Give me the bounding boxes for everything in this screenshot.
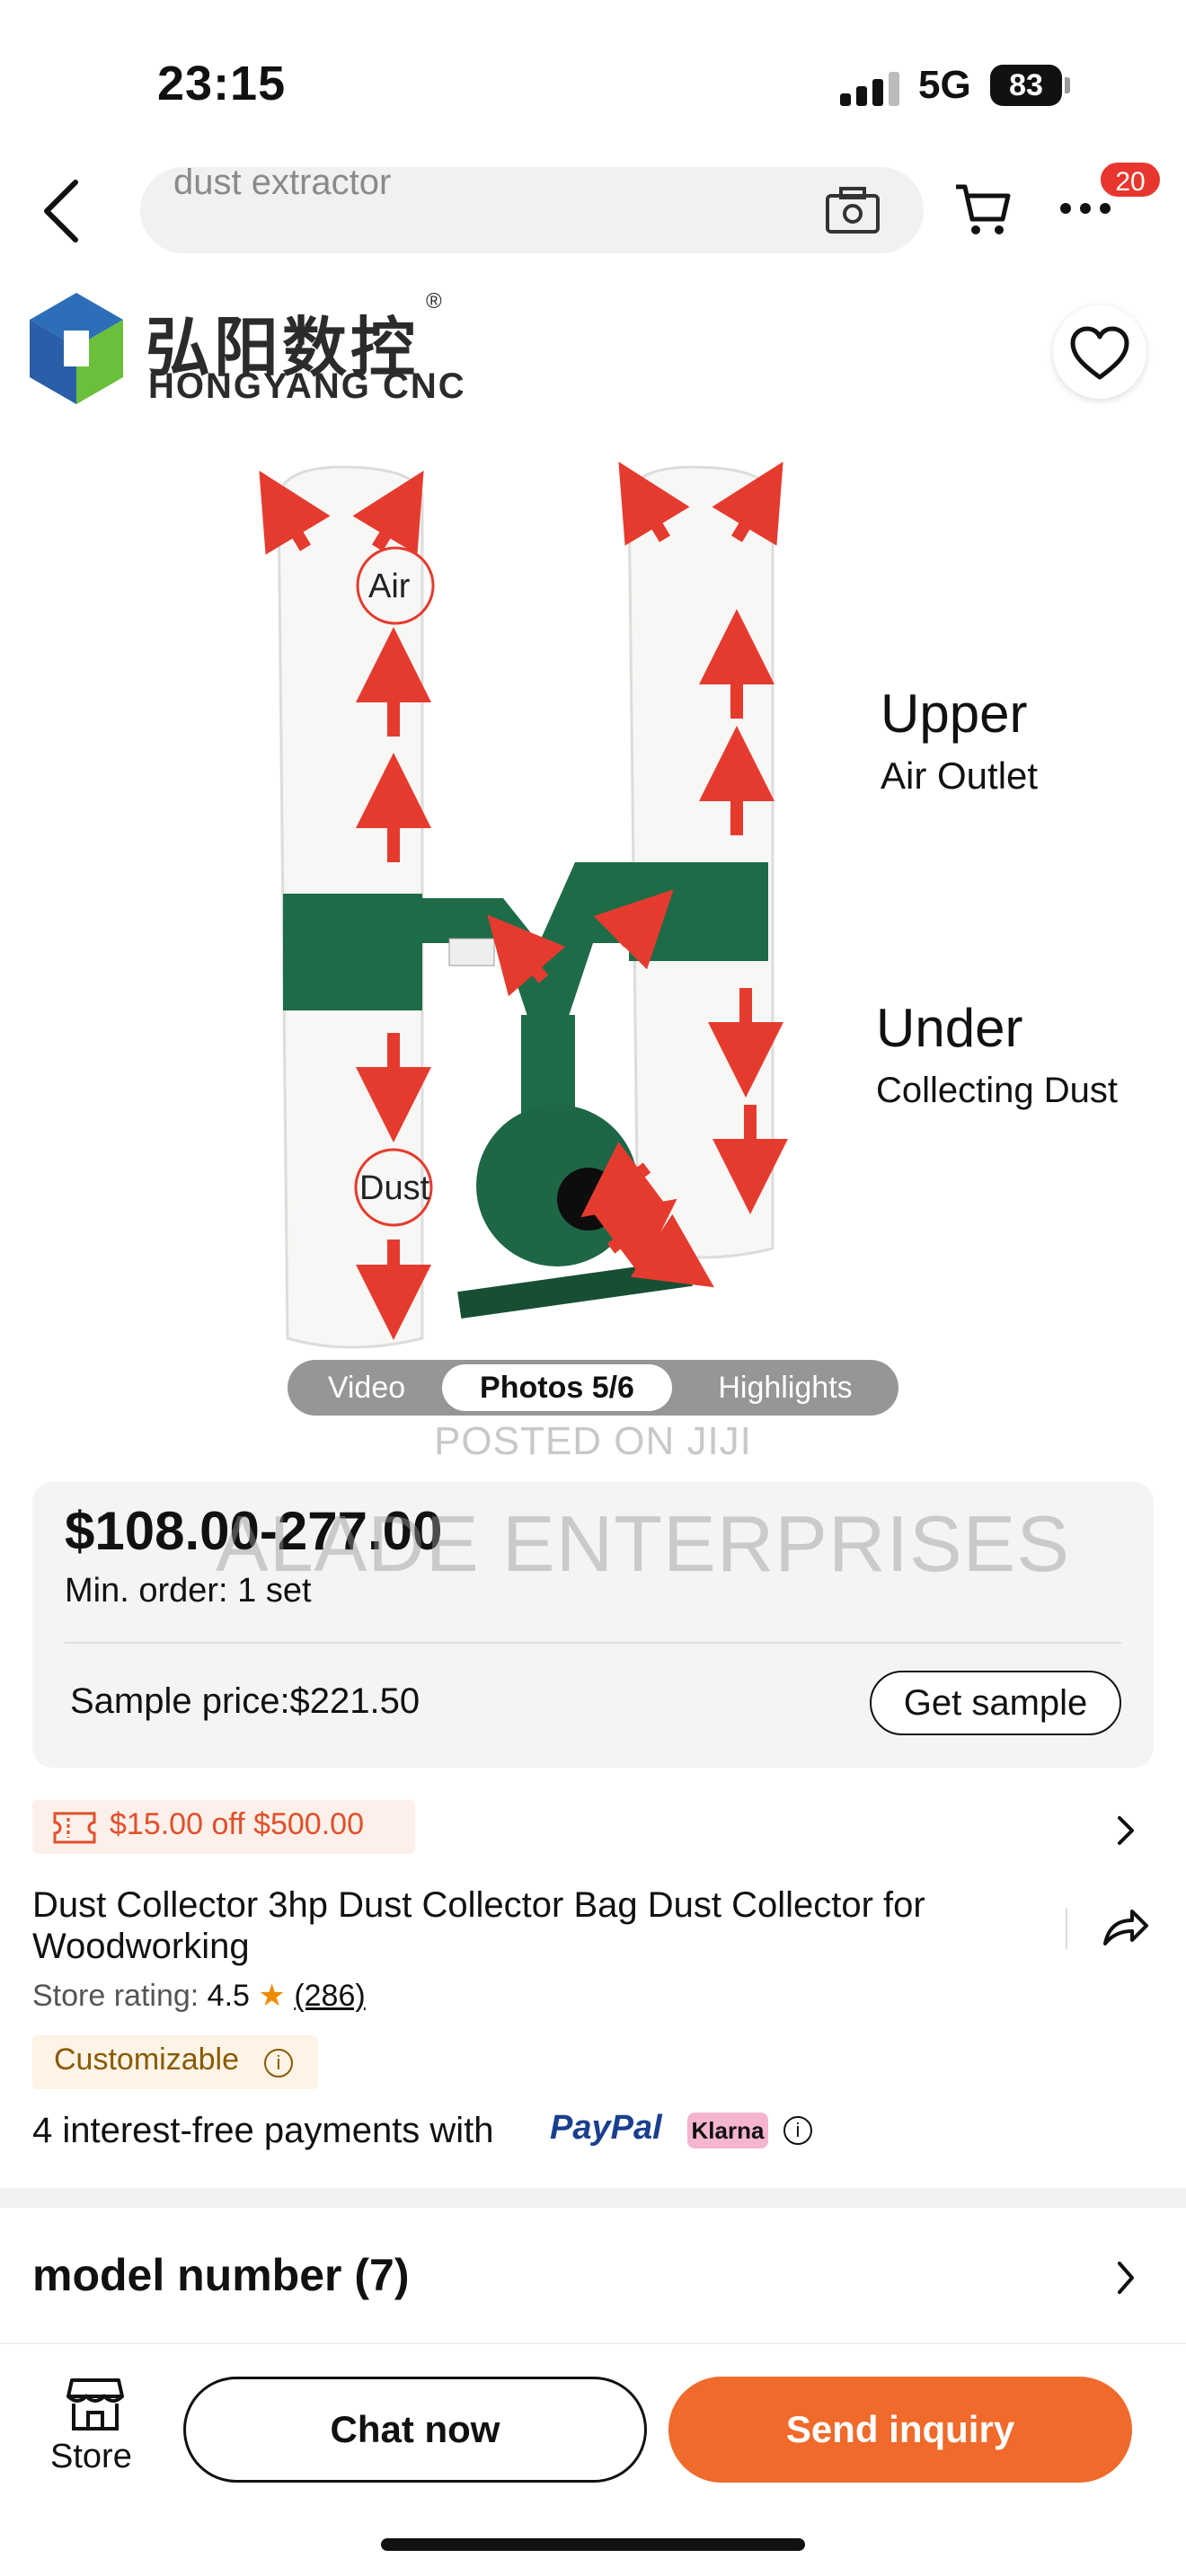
battery-icon: 83 <box>990 65 1062 106</box>
paypal-logo: PayPal <box>550 2109 662 2147</box>
info-icon[interactable]: i <box>264 2049 293 2078</box>
customizable-label: Customizable <box>54 2042 239 2077</box>
sample-price: Sample price:$221.50 <box>70 1681 420 1721</box>
get-sample-button[interactable]: Get sample <box>870 1671 1121 1735</box>
chat-now-button[interactable]: Chat now <box>183 2377 647 2483</box>
coupon-icon <box>53 1812 96 1844</box>
favorite-button[interactable] <box>1053 305 1146 399</box>
rating-value: 4.5 <box>207 1979 250 2013</box>
payments-text: 4 interest-free payments with <box>32 2111 494 2150</box>
store-label[interactable]: Store <box>50 2438 132 2476</box>
home-indicator <box>381 2538 805 2551</box>
cart-count-badge: 20 <box>1098 160 1163 199</box>
watermark-seller: ALADE ENTERPRISES <box>216 1499 1071 1588</box>
network-type: 5G <box>918 63 971 107</box>
section-divider <box>0 2188 1186 2208</box>
separator <box>1066 1908 1067 1949</box>
media-tabs: Video Photos 5/6 Highlights <box>288 1360 898 1416</box>
star-icon: ★ <box>258 1979 286 2013</box>
store-icon[interactable] <box>65 2377 126 2432</box>
brand-name-en: HONGYANG CNC <box>148 366 466 406</box>
store-rating: Store rating: 4.5 ★ (286) <box>32 1978 366 2014</box>
camera-search-icon[interactable] <box>825 185 881 235</box>
watermark-jiji: POSTED ON JIJI <box>434 1419 752 1463</box>
under-label: Under <box>876 998 1023 1058</box>
battery-cap <box>1065 77 1070 93</box>
dust-collector-image <box>259 461 788 1349</box>
chevron-right-icon[interactable] <box>1114 2258 1137 2298</box>
rating-label: Store rating: <box>32 1979 199 2013</box>
status-time: 23:15 <box>157 57 287 110</box>
share-icon[interactable] <box>1100 1904 1150 1949</box>
collecting-dust-label: Collecting Dust <box>876 1071 1119 1110</box>
tab-highlights[interactable]: Highlights <box>677 1360 893 1416</box>
air-outlet-label: Air Outlet <box>881 754 1039 797</box>
tab-photos[interactable]: Photos 5/6 <box>442 1364 672 1411</box>
air-label: Air <box>368 568 411 605</box>
rating-count-link[interactable]: (286) <box>294 1979 365 2013</box>
chevron-right-icon[interactable] <box>1114 1813 1137 1848</box>
payments-info-icon[interactable]: i <box>783 2116 812 2145</box>
search-input[interactable]: dust extractor <box>173 163 391 203</box>
divider <box>65 1642 1121 1644</box>
upper-label: Upper <box>881 684 1028 744</box>
tab-video[interactable]: Video <box>295 1360 438 1416</box>
back-arrow-icon[interactable] <box>36 175 90 247</box>
heart-icon <box>1070 326 1129 380</box>
coupon-text: $15.00 off $500.00 <box>110 1807 364 1841</box>
send-inquiry-button[interactable]: Send inquiry <box>668 2377 1132 2483</box>
dust-label: Dust <box>359 1169 430 1207</box>
signal-icon <box>840 70 903 106</box>
klarna-logo: Klarna <box>687 2113 768 2148</box>
min-order: Min. order: 1 set <box>65 1572 312 1610</box>
brand-logo-icon <box>30 293 123 404</box>
cart-icon[interactable] <box>952 180 1012 239</box>
model-number-row[interactable]: model number (7) <box>32 2249 409 2301</box>
product-title: Dust Collector 3hp Dust Collector Bag Du… <box>32 1885 925 1966</box>
more-icon[interactable] <box>1060 199 1114 217</box>
brand-registered-mark: ® <box>426 289 442 313</box>
